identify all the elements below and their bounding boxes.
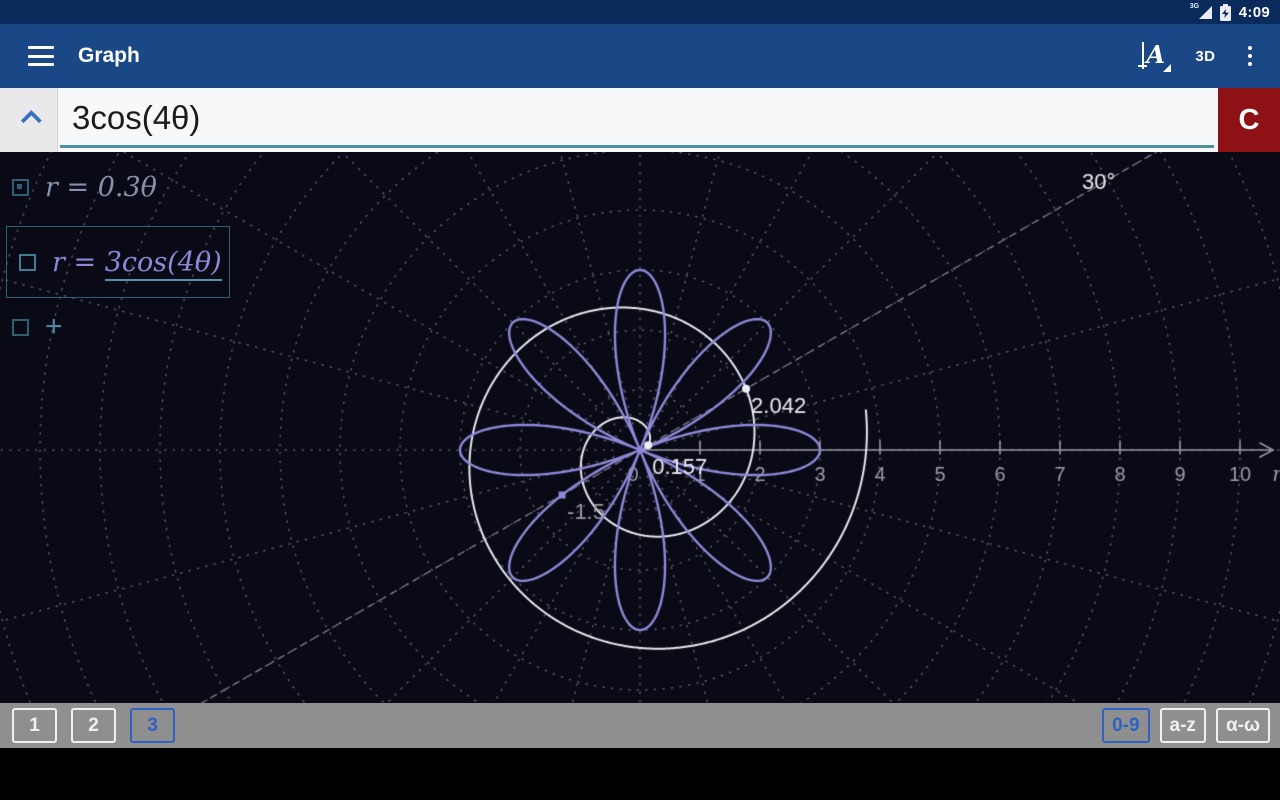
equation-label: r = 3cos(4θ) [52, 247, 222, 278]
app-screen: 3G 4:09 Graph A 3D C [0, 0, 1280, 800]
equation-row-spiral[interactable]: r = 0.3θ [12, 167, 157, 207]
app-bar: Graph A 3D [0, 24, 1280, 88]
signal-icon: 3G [1192, 4, 1212, 20]
equation-label: r = 0.3θ [45, 172, 157, 203]
keypad-page-3-button[interactable]: 3 [130, 708, 175, 743]
keypad-greek-button[interactable]: α-ω [1216, 708, 1270, 743]
menu-icon[interactable] [28, 46, 54, 66]
add-equation-row[interactable]: + [12, 307, 63, 347]
view-3d-button[interactable]: 3D [1187, 38, 1223, 75]
page-title: Graph [78, 44, 140, 68]
equation-checkbox[interactable] [12, 319, 29, 336]
graph-area: r = 0.3θ r = 3cos(4θ) + [0, 152, 1280, 703]
equation-checkbox[interactable] [19, 254, 36, 271]
collapse-keyboard-button[interactable] [0, 88, 58, 152]
keypad-page-2-button[interactable]: 2 [71, 708, 116, 743]
navigation-bar [0, 748, 1280, 800]
expression-input-bar: C [0, 88, 1280, 152]
equation-row-rose-selected[interactable]: r = 3cos(4θ) [6, 226, 230, 298]
chevron-up-icon [21, 109, 42, 130]
keypad-latin-button[interactable]: a-z [1160, 708, 1206, 743]
equation-checkbox[interactable] [12, 179, 29, 196]
text-style-icon[interactable]: A [1135, 38, 1173, 74]
network-type-label: 3G [1190, 3, 1199, 10]
keypad-toolbar: 1 2 3 0-9 a-z α-ω [0, 703, 1280, 748]
expression-input[interactable] [58, 88, 1218, 152]
overflow-menu-icon[interactable] [1238, 40, 1263, 73]
clear-button[interactable]: C [1218, 88, 1280, 152]
keypad-page-1-button[interactable]: 1 [12, 708, 57, 743]
add-equation-label: + [45, 312, 63, 342]
status-bar: 3G 4:09 [0, 0, 1280, 24]
keypad-digits-button[interactable]: 0-9 [1102, 708, 1149, 743]
clock: 4:09 [1239, 4, 1270, 21]
battery-charging-icon [1220, 6, 1231, 21]
input-underline [60, 145, 1214, 148]
